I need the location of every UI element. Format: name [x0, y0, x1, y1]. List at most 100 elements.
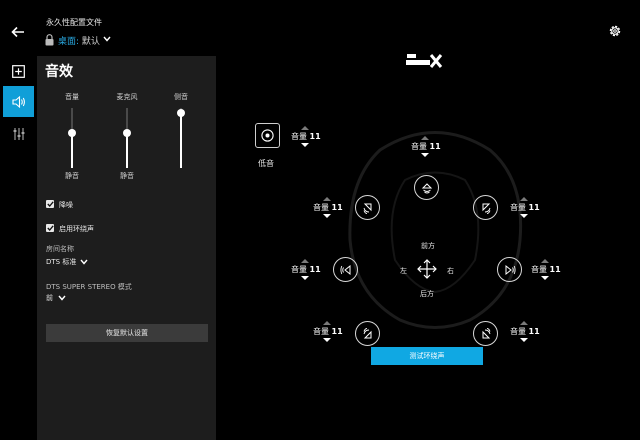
- subwoofer-button[interactable]: [255, 123, 280, 148]
- stereo-mode-value: 前: [46, 294, 53, 302]
- front-right-speaker-button[interactable]: [473, 195, 498, 220]
- volume-up-icon[interactable]: [301, 126, 309, 130]
- volume-word: 音量: [291, 132, 307, 141]
- volume-value: 11: [309, 265, 321, 274]
- check-icon: [46, 201, 54, 207]
- volume-down-icon[interactable]: [421, 153, 429, 157]
- volume-down-icon[interactable]: [323, 214, 331, 218]
- lock-icon: [45, 34, 54, 46]
- volume-down-icon[interactable]: [301, 143, 309, 147]
- volume-down-icon[interactable]: [541, 276, 549, 280]
- equalizer-icon: [13, 127, 24, 140]
- speaker-icon: [11, 95, 25, 108]
- volume-mute-label[interactable]: 静音: [52, 171, 92, 181]
- direction-front-label: 前方: [421, 242, 435, 250]
- volume-up-icon[interactable]: [323, 321, 331, 325]
- profile-value: 默认: [81, 37, 100, 47]
- plus-square-icon: [12, 65, 25, 78]
- room-name-label: 房间名称: [46, 245, 74, 253]
- move-arrows-icon[interactable]: [417, 259, 437, 279]
- volume-down-icon[interactable]: [301, 276, 309, 280]
- dts-headphone-x-logo: [406, 54, 443, 68]
- front-right-speaker-icon: [482, 203, 490, 214]
- noise-reduction-label: 降噪: [59, 201, 73, 209]
- room-name-value: DTS 标准: [46, 258, 77, 266]
- volume-up-icon[interactable]: [323, 197, 331, 201]
- volume-slider[interactable]: [71, 108, 73, 168]
- direction-back-label: 后方: [420, 290, 434, 298]
- rear-right-volume[interactable]: 音量 11: [510, 321, 546, 343]
- profile-label: 永久性配置文件: [46, 18, 102, 27]
- stereo-mode-select[interactable]: 前: [46, 293, 53, 303]
- side-right-volume[interactable]: 音量 11: [531, 259, 567, 281]
- volume-down-icon[interactable]: [520, 214, 528, 218]
- profile-selector[interactable]: 桌面: 默认: [58, 34, 100, 47]
- subwoofer-volume[interactable]: 音量 11: [291, 126, 327, 148]
- center-speaker-button[interactable]: [414, 175, 439, 200]
- slider-label-sidetone: 侧音: [174, 93, 188, 101]
- front-right-volume[interactable]: 音量 11: [510, 197, 546, 219]
- side-left-volume[interactable]: 音量 11: [291, 259, 327, 281]
- side-right-speaker-button[interactable]: [497, 257, 522, 282]
- profile-prefix: 桌面:: [58, 37, 80, 47]
- mic-slider[interactable]: [126, 108, 128, 168]
- volume-up-icon[interactable]: [301, 259, 309, 263]
- volume-word: 音量: [531, 265, 547, 274]
- sidetone-slider-fill: [180, 112, 182, 168]
- side-left-speaker-button[interactable]: [333, 257, 358, 282]
- direction-left-label: 左: [400, 267, 407, 275]
- rear-right-speaker-icon: [482, 327, 490, 338]
- volume-down-icon[interactable]: [323, 338, 331, 342]
- volume-slider-fill: [71, 133, 73, 168]
- front-left-volume[interactable]: 音量 11: [313, 197, 349, 219]
- panel-title: 音效: [45, 64, 73, 80]
- subwoofer-icon: [261, 129, 274, 142]
- rear-left-speaker-icon: [363, 327, 371, 338]
- center-volume[interactable]: 音量 11: [411, 136, 447, 158]
- back-arrow-icon[interactable]: [10, 24, 26, 40]
- surround-label: 启用环绕声: [59, 225, 94, 233]
- reset-defaults-button[interactable]: 恢复默认设置: [46, 324, 208, 342]
- rail-equalizer-button[interactable]: [3, 118, 34, 149]
- volume-value: 11: [309, 132, 321, 141]
- noise-reduction-checkbox[interactable]: [46, 200, 54, 208]
- rear-left-speaker-button[interactable]: [355, 321, 380, 346]
- chevron-down-icon[interactable]: [103, 36, 111, 42]
- volume-word: 音量: [313, 327, 329, 336]
- volume-up-icon[interactable]: [520, 321, 528, 325]
- chevron-down-icon[interactable]: [80, 259, 88, 265]
- stereo-mode-label: DTS SUPER STEREO 模式: [46, 283, 132, 291]
- center-speaker-icon: [421, 182, 432, 193]
- rail-add-button[interactable]: [3, 56, 34, 87]
- test-surround-button[interactable]: 测试环绕声: [371, 347, 483, 365]
- rear-left-volume[interactable]: 音量 11: [313, 321, 349, 343]
- volume-value: 11: [528, 203, 540, 212]
- volume-up-icon[interactable]: [421, 136, 429, 140]
- volume-word: 音量: [291, 265, 307, 274]
- subwoofer-label: 低音: [258, 159, 274, 168]
- room-name-select[interactable]: DTS 标准: [46, 257, 76, 267]
- volume-value: 11: [429, 142, 441, 151]
- slider-label-volume: 音量: [65, 93, 79, 101]
- surround-checkbox[interactable]: [46, 224, 54, 232]
- sidetone-slider-thumb[interactable]: [177, 108, 185, 117]
- volume-down-icon[interactable]: [520, 338, 528, 342]
- volume-up-icon[interactable]: [541, 259, 549, 263]
- front-left-speaker-button[interactable]: [355, 195, 380, 220]
- rear-right-speaker-button[interactable]: [473, 321, 498, 346]
- volume-value: 11: [549, 265, 561, 274]
- volume-value: 11: [528, 327, 540, 336]
- mic-mute-label[interactable]: 静音: [107, 171, 147, 181]
- volume-word: 音量: [510, 203, 526, 212]
- gear-icon[interactable]: [608, 24, 622, 38]
- mic-slider-fill: [126, 133, 128, 168]
- volume-up-icon[interactable]: [520, 197, 528, 201]
- side-left-speaker-icon: [339, 264, 350, 275]
- check-icon: [46, 225, 54, 231]
- chevron-down-icon[interactable]: [58, 295, 66, 301]
- direction-right-label: 右: [447, 267, 454, 275]
- side-right-speaker-icon: [505, 264, 516, 275]
- sidetone-slider[interactable]: [180, 108, 182, 168]
- volume-word: 音量: [411, 142, 427, 151]
- rail-audio-button[interactable]: [3, 86, 34, 117]
